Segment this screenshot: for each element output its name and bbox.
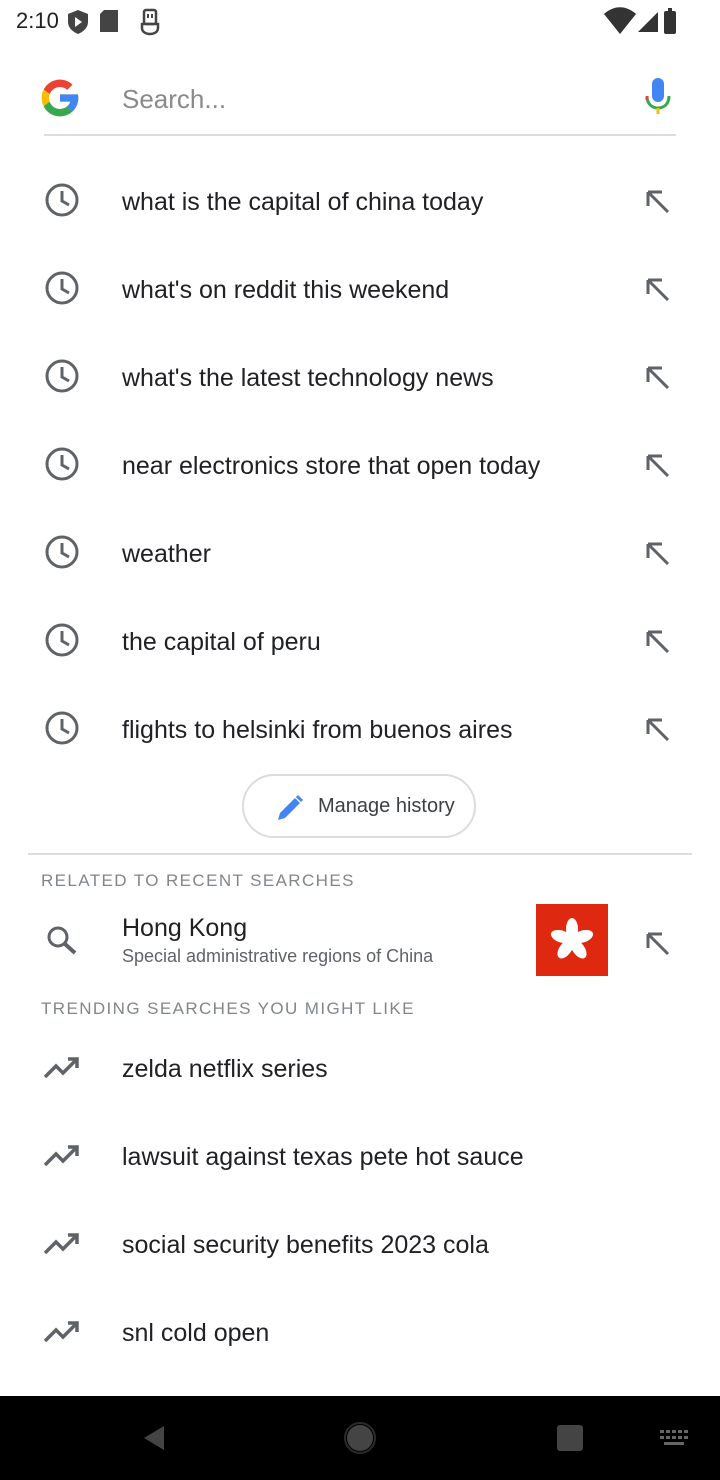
arrow-up-left-icon[interactable]: [640, 184, 674, 218]
back-icon[interactable]: [134, 1418, 174, 1458]
trending-item-label: zelda netflix series: [122, 1055, 328, 1083]
clock-icon: [45, 535, 79, 569]
arrow-up-left-icon[interactable]: [640, 624, 674, 658]
trending-up-icon: [43, 1321, 79, 1343]
history-item-label: the capital of peru: [122, 628, 321, 656]
search-icon: [47, 926, 77, 955]
manage-history-label: Manage history: [318, 795, 455, 817]
section-divider: [28, 853, 692, 855]
status-system-icons: [604, 6, 680, 43]
arrow-up-left-icon[interactable]: [640, 448, 674, 482]
sd-card-icon: [100, 10, 118, 32]
home-icon[interactable]: [340, 1418, 380, 1458]
clock-icon: [45, 623, 79, 657]
navigation-bar: [0, 1396, 720, 1480]
clock-icon: [45, 359, 79, 393]
clock-icon: [45, 271, 79, 305]
history-item-label: what's on reddit this weekend: [122, 276, 450, 304]
status-time: 2:10: [16, 8, 59, 33]
wifi-icon: [604, 7, 636, 34]
battery-icon: [664, 8, 676, 34]
hong-kong-flag-image: [536, 904, 608, 976]
history-item-label: weather: [122, 540, 211, 568]
recents-icon[interactable]: [550, 1418, 590, 1458]
trending-up-icon: [43, 1233, 79, 1255]
search-input[interactable]: [120, 74, 624, 124]
related-suggestion-item[interactable]: Hong Kong Special administrative regions…: [0, 896, 720, 992]
history-item-label: flights to helsinki from buenos aires: [122, 716, 513, 744]
status-bar: 2:10: [0, 0, 720, 44]
clock-icon: [45, 711, 79, 745]
related-item-subtitle: Special administrative regions of China: [122, 946, 434, 966]
clock-icon: [45, 447, 79, 481]
history-item[interactable]: the capital of peru: [0, 598, 720, 686]
trending-item-label: social security benefits 2023 cola: [122, 1231, 489, 1259]
arrow-up-left-icon[interactable]: [640, 536, 674, 570]
history-item[interactable]: what is the capital of china today: [0, 158, 720, 246]
trending-section-header: TRENDING SEARCHES YOU MIGHT LIKE: [41, 999, 415, 1018]
trending-item[interactable]: lawsuit against texas pete hot sauce: [0, 1113, 720, 1201]
google-logo: [41, 79, 79, 117]
clock-icon: [45, 183, 79, 217]
history-item-label: what's the latest technology news: [122, 364, 494, 392]
history-item-label: near electronics store that open today: [122, 452, 541, 480]
pencil-icon: [278, 794, 304, 820]
search-bar: [0, 56, 720, 140]
usb-icon: [140, 8, 160, 36]
related-item-title: Hong Kong: [122, 914, 248, 942]
trending-up-icon: [43, 1145, 79, 1167]
status-notification-icons: [66, 6, 176, 43]
trending-up-icon: [43, 1057, 79, 1079]
history-item[interactable]: what's the latest technology news: [0, 334, 720, 422]
history-item[interactable]: flights to helsinki from buenos aires: [0, 686, 720, 774]
history-item[interactable]: near electronics store that open today: [0, 422, 720, 510]
keyboard-icon[interactable]: [654, 1418, 694, 1458]
history-item[interactable]: what's on reddit this weekend: [0, 246, 720, 334]
trending-item-label: snl cold open: [122, 1319, 270, 1347]
manage-history-button[interactable]: Manage history: [242, 774, 476, 838]
cell-signal-icon: [638, 12, 658, 32]
trending-item[interactable]: zelda netflix series: [0, 1025, 720, 1113]
related-section-header: RELATED TO RECENT SEARCHES: [41, 871, 355, 890]
arrow-up-left-icon[interactable]: [640, 360, 674, 394]
trending-item[interactable]: social security benefits 2023 cola: [0, 1201, 720, 1289]
shield-play-icon: [68, 10, 88, 34]
arrow-up-left-icon[interactable]: [640, 272, 674, 306]
arrow-up-left-icon[interactable]: [640, 926, 674, 960]
mic-icon[interactable]: [640, 74, 676, 122]
history-item-label: what is the capital of china today: [122, 188, 484, 216]
search-underline: [44, 134, 676, 136]
trending-item-label: lawsuit against texas pete hot sauce: [122, 1143, 524, 1171]
arrow-up-left-icon[interactable]: [640, 712, 674, 746]
history-item[interactable]: weather: [0, 510, 720, 598]
trending-item[interactable]: snl cold open: [0, 1289, 720, 1377]
